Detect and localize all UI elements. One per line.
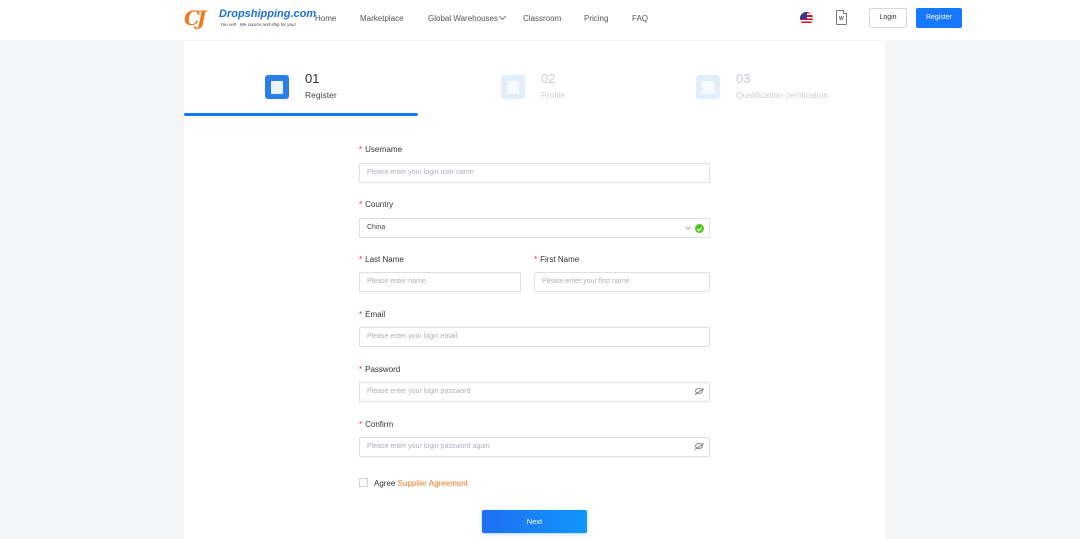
user-card-icon [265,75,289,99]
required-mark: * [359,310,363,319]
country-label-text: Country [365,200,394,209]
country-label: * Country [359,200,393,209]
last-name-input[interactable]: Please enter name. [359,272,521,292]
nav-home[interactable]: Home [315,0,336,40]
required-mark: * [359,145,363,154]
first-name-label-text: First Name [540,255,580,264]
active-step-indicator [184,113,418,116]
country-select[interactable]: China [359,218,710,238]
login-button[interactable]: Login [869,8,907,28]
last-name-label: * Last Name [359,255,404,264]
step-number: 02 [541,71,556,86]
agree-checkbox[interactable] [359,478,368,488]
confirm-label: * Confirm [359,420,393,429]
country-value: China [367,224,386,231]
agree-text: Agree [374,479,396,488]
password-label: * Password [359,365,400,374]
top-navbar: CJ Dropshipping.com You sell - We source… [0,0,1080,40]
flag-canton [800,12,807,19]
confirm-password-input[interactable]: Please enter your login password again [359,437,710,457]
us-flag-icon[interactable] [800,12,813,25]
certificate-icon [696,75,720,99]
username-label: * Username [359,145,402,154]
logo-name: Dropshipping.com [219,8,317,20]
required-mark: * [534,255,538,264]
confirm-placeholder: Please enter your login password again [367,443,490,450]
first-name-input[interactable]: Please enter your first name [534,272,710,292]
first-name-label: * First Name [534,255,579,264]
eye-off-icon[interactable] [695,388,703,394]
register-button[interactable]: Register [916,8,962,28]
step-label: Qualification certification [736,90,829,100]
nav-faq[interactable]: FAQ [632,0,648,40]
logo-tagline: You sell - We source and ship for you! [220,22,296,27]
eye-off-icon[interactable] [695,443,703,449]
registration-panel: 01 Register 02 Profile 03 Qualification … [184,41,885,539]
certificate-glyph [702,81,714,94]
email-label-text: Email [365,310,386,319]
check-circle-icon [695,224,704,233]
doc-fold [843,10,847,14]
word-document-icon[interactable]: W [836,10,847,25]
chevron-down-icon [685,224,691,230]
step-number: 03 [736,71,751,86]
site-logo[interactable]: CJ Dropshipping.com You sell - We source… [184,6,316,32]
nav-marketplace[interactable]: Marketplace [360,0,404,40]
email-input[interactable]: Please enter your login email [359,327,710,347]
last-name-label-text: Last Name [365,255,404,264]
email-label: * Email [359,310,385,319]
document-list-glyph [507,81,519,94]
username-input[interactable]: Please enter your login user name [359,163,710,183]
nav-classroom[interactable]: Classroom [523,0,561,40]
agreement-row: Agree Supplier Agreement [359,478,468,488]
user-card-glyph [271,81,283,94]
step-label: Register [305,90,337,100]
password-placeholder: Please enter your login password [367,388,471,395]
document-list-icon [501,75,525,99]
step-number: 01 [305,71,320,86]
required-mark: * [359,200,363,209]
supplier-agreement-link[interactable]: Supplier Agreement [398,479,468,488]
required-mark: * [359,420,363,429]
next-button[interactable]: Next [482,510,587,533]
password-input[interactable]: Please enter your login password [359,382,710,402]
chevron-down-icon [498,12,507,21]
doc-letter: W [839,16,844,22]
logo-mark: CJ [184,6,206,30]
nav-global-warehouses[interactable]: Global Warehouses [428,0,507,40]
nav-pricing[interactable]: Pricing [584,0,608,40]
password-label-text: Password [365,365,401,374]
confirm-label-text: Confirm [365,420,394,429]
required-mark: * [359,365,363,374]
nav-global-warehouses-label: Global Warehouses [428,14,498,23]
required-mark: * [359,255,363,264]
username-label-text: Username [365,145,403,154]
step-label: Profile [541,90,566,100]
